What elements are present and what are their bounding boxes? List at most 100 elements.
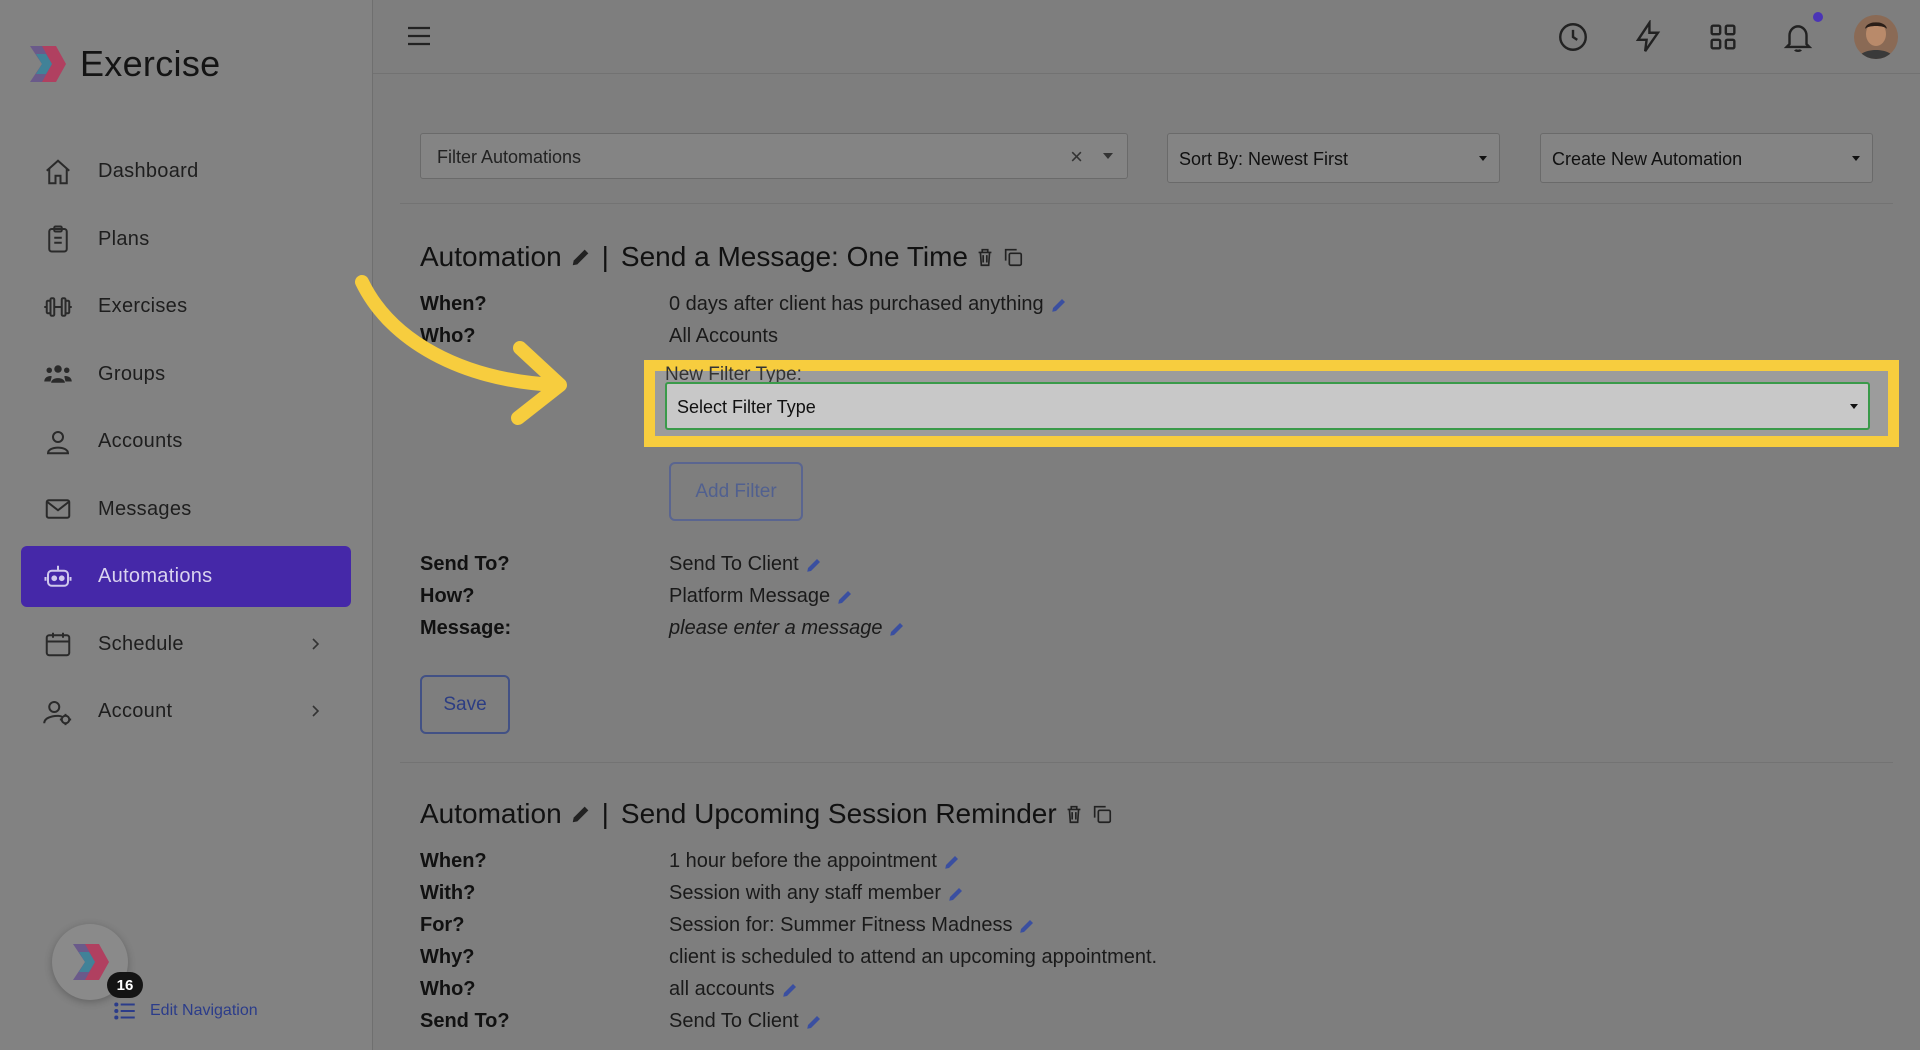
user-cog-icon [41, 695, 75, 729]
robot-icon [41, 560, 75, 594]
edit-pencil-icon[interactable] [570, 803, 592, 825]
row-value-text: Session for: Summer Fitness Madness [669, 914, 1013, 936]
edit-pencil-icon[interactable] [805, 1013, 823, 1031]
sidebar-item-dashboard[interactable]: Dashboard [21, 141, 351, 202]
save-button[interactable]: Save [420, 675, 510, 734]
caret-down-icon[interactable] [1103, 153, 1113, 159]
row-value: Send To Client [669, 553, 823, 576]
copy-icon[interactable] [1091, 802, 1113, 826]
row-value: all accounts [669, 978, 799, 1001]
row-value: Session for: Summer Fitness Madness [669, 914, 1036, 937]
clear-icon[interactable]: × [1070, 144, 1083, 170]
notification-count-badge: 16 [107, 972, 143, 998]
caret-down-icon [1479, 156, 1487, 161]
sidebar-item-exercises[interactable]: Exercises [21, 276, 351, 337]
row-value: Platform Message [669, 585, 854, 608]
edit-pencil-icon[interactable] [947, 885, 965, 903]
row-value-text: 0 days after client has purchased anythi… [669, 293, 1044, 315]
add-filter-button[interactable]: Add Filter [669, 462, 803, 521]
sidebar-item-label: Accounts [98, 430, 183, 452]
sidebar-item-messages[interactable]: Messages [21, 479, 351, 540]
row-value-text: Send To Client [669, 553, 799, 575]
automation-row-send-to: Send To? Send To Client [420, 553, 823, 576]
automation-row-for: For? Session for: Summer Fitness Madness [420, 914, 1036, 937]
avatar[interactable] [1854, 15, 1898, 59]
filter-type-select[interactable]: Select Filter Type [665, 382, 1870, 430]
row-label: Send To? [420, 1010, 510, 1032]
automation-name: Send Upcoming Session Reminder [620, 798, 1057, 829]
dumbbell-icon [41, 290, 75, 324]
row-value: client is scheduled to attend an upcomin… [669, 946, 1158, 968]
sidebar-item-label: Account [98, 700, 173, 722]
top-bar [373, 0, 1920, 74]
main-content: Filter Automations × Sort By: Newest Fir… [373, 74, 1920, 1050]
sidebar-item-label: Dashboard [98, 160, 199, 182]
row-label: Send To? [420, 553, 510, 575]
edit-pencil-icon[interactable] [1018, 917, 1036, 935]
create-automation-select[interactable]: Create New Automation [1540, 133, 1873, 183]
row-label: With? [420, 882, 476, 904]
row-value-text: Session with any staff member [669, 882, 941, 904]
edit-pencil-icon[interactable] [805, 556, 823, 574]
sidebar-nav: Dashboard Plans Exercises Groups Account… [21, 141, 351, 749]
automation-prefix: Automation [420, 798, 562, 829]
automation-row-send-to: Send To? Send To Client [420, 1010, 823, 1033]
calendar-icon [41, 627, 75, 661]
sidebar-item-groups[interactable]: Groups [21, 344, 351, 405]
clock-icon[interactable] [1556, 20, 1590, 54]
trash-icon[interactable] [974, 245, 996, 269]
filter-type-highlight: New Filter Type: Select Filter Type [644, 360, 1899, 447]
row-value: Session with any staff member [669, 882, 965, 905]
edit-pencil-icon[interactable] [943, 853, 961, 871]
row-label: For? [420, 914, 465, 936]
automation-row-message: Message: please enter a message [420, 617, 906, 640]
divider [400, 203, 1893, 204]
edit-pencil-icon[interactable] [1050, 296, 1068, 314]
row-value: 1 hour before the appointment [669, 850, 961, 873]
copy-icon[interactable] [1002, 245, 1024, 269]
chevron-right-icon [312, 637, 320, 650]
row-value: All Accounts [669, 325, 778, 347]
row-value-text: please enter a message [669, 617, 883, 639]
sidebar-item-accounts[interactable]: Accounts [21, 411, 351, 472]
automation-prefix: Automation [420, 241, 562, 272]
edit-navigation-label: Edit Navigation [150, 1002, 258, 1019]
sidebar-item-plans[interactable]: Plans [21, 209, 351, 270]
title-separator: | [601, 798, 609, 829]
edit-pencil-icon[interactable] [781, 981, 799, 999]
envelope-icon [41, 492, 75, 526]
lightning-icon[interactable] [1631, 18, 1665, 54]
sort-select[interactable]: Sort By: Newest First [1167, 133, 1500, 183]
edit-navigation-link[interactable]: Edit Navigation [112, 998, 258, 1024]
chevron-right-icon [312, 705, 320, 717]
automation-row-who: Who? all accounts [420, 978, 799, 1001]
edit-pencil-icon[interactable] [570, 246, 592, 268]
brand-name: Exercise [80, 43, 221, 84]
edit-pencil-icon[interactable] [836, 588, 854, 606]
automation-name: Send a Message: One Time [620, 241, 968, 272]
sidebar-item-label: Exercises [98, 295, 188, 317]
sidebar-item-account[interactable]: Account [21, 681, 351, 742]
sidebar-item-automations[interactable]: Automations [21, 546, 351, 607]
sidebar-item-schedule[interactable]: Schedule [21, 614, 351, 675]
trash-icon[interactable] [1063, 802, 1085, 826]
brand-logo-icon [73, 944, 109, 980]
brand[interactable]: Exercise [26, 42, 220, 86]
filter-automations-input[interactable]: Filter Automations × [420, 133, 1128, 179]
apps-grid-icon[interactable] [1706, 20, 1740, 54]
row-label: Why? [420, 946, 475, 968]
clipboard-icon [41, 222, 75, 256]
automation-title: Automation | Send a Message: One Time [420, 241, 1024, 273]
automation-row-how: How? Platform Message [420, 585, 854, 608]
hamburger-menu-icon[interactable] [405, 22, 433, 50]
bell-icon[interactable] [1781, 20, 1815, 54]
caret-down-icon [1852, 156, 1860, 161]
user-avatar-icon [1854, 15, 1898, 59]
row-value: Send To Client [669, 1010, 823, 1033]
row-label: Message: [420, 617, 512, 639]
sort-select-label: Sort By: Newest First [1179, 149, 1349, 169]
automation-row-with: With? Session with any staff member [420, 882, 965, 905]
edit-pencil-icon[interactable] [888, 620, 906, 638]
user-icon [41, 425, 75, 459]
row-value-text: all accounts [669, 978, 775, 1000]
